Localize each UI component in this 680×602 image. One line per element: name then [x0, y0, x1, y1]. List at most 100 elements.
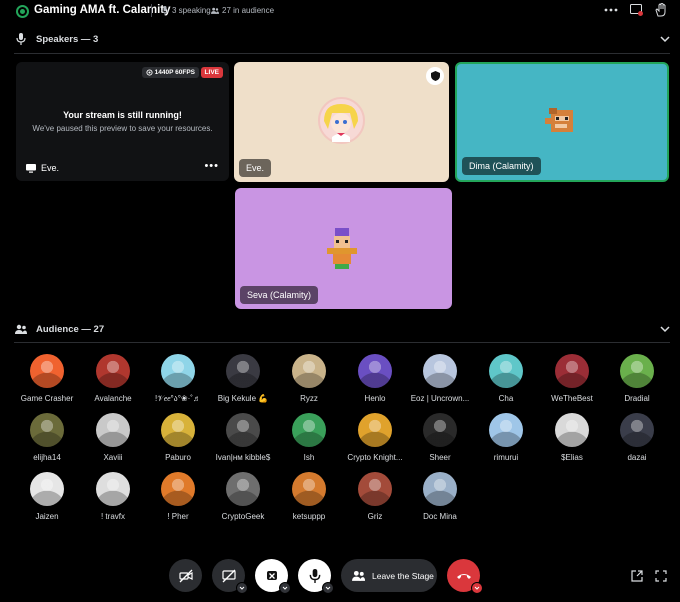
audience-member-name: Ivan|нм kibble$	[215, 453, 271, 462]
divider	[14, 342, 670, 343]
audience-member[interactable]: Ish	[279, 413, 339, 462]
audience-member[interactable]: Henlo	[345, 354, 405, 403]
audience-member-name: Griz	[367, 512, 383, 521]
audience-member-name: Crypto Knight...	[347, 453, 403, 462]
speaker-name: Dima (Calamity)	[462, 157, 541, 175]
hang-up-icon	[456, 573, 471, 579]
chevron-down-icon[interactable]	[279, 582, 291, 594]
audience-member-name: Henlo	[364, 394, 386, 403]
headphones-off-icon	[266, 570, 277, 580]
speakers-label: Speakers — 3	[36, 34, 99, 45]
more-options-icon[interactable]: •••	[204, 160, 219, 172]
audience-member[interactable]: ketsuppp	[279, 472, 339, 521]
audience-member[interactable]: Ivan|нм kibble$	[213, 413, 273, 462]
chevron-down-icon[interactable]	[471, 582, 483, 594]
audience-member[interactable]: Game Crasher	[17, 354, 77, 403]
audience-member-name: Paburo	[165, 453, 191, 462]
audience-member-name: Jaizen	[35, 512, 59, 521]
chevron-down-icon[interactable]	[660, 34, 670, 44]
screen-icon	[26, 163, 36, 173]
people-icon	[211, 7, 219, 14]
avatar	[226, 354, 260, 388]
audience-member[interactable]: Ryzz	[279, 354, 339, 403]
leave-stage-button[interactable]: Leave the Stage	[341, 559, 437, 592]
audience-member[interactable]: !𝒱𝑒𝑒°ა°❀·˚♬	[148, 354, 208, 404]
audience-member[interactable]: Sheer	[410, 413, 470, 462]
fullscreen-icon[interactable]	[655, 570, 667, 582]
audience-member-name: Sheer	[429, 453, 451, 462]
audience-member[interactable]: Big Kekule 💪	[213, 354, 273, 403]
audience-member[interactable]: $Elias	[542, 413, 602, 462]
chevron-down-icon[interactable]	[660, 324, 670, 334]
audience-label: Audience — 27	[36, 324, 105, 335]
avatar	[96, 413, 130, 447]
audience-member[interactable]: Avalanche	[83, 354, 143, 403]
speakers-section-header[interactable]: Speakers — 3	[0, 31, 680, 49]
popout-icon[interactable]	[631, 570, 643, 582]
audience-member[interactable]: Paburo	[148, 413, 208, 462]
avatar	[292, 354, 326, 388]
audience-section-header[interactable]: Audience — 27	[0, 321, 680, 339]
disconnect-button[interactable]	[447, 559, 483, 594]
audience-member[interactable]: Doc Mina	[410, 472, 470, 521]
audience-member[interactable]: dazai	[607, 413, 667, 462]
speaker-name: Eve.	[239, 159, 272, 177]
quality-text: 1440P 60FPS	[154, 69, 195, 76]
audience-member[interactable]: Jaizen	[17, 472, 77, 521]
avatar	[96, 354, 130, 388]
audience-member[interactable]: Crypto Knight...	[345, 413, 405, 462]
audience-member[interactable]: Griz	[345, 472, 405, 521]
audience-member[interactable]: Xaviii	[83, 413, 143, 462]
people-icon	[352, 570, 365, 581]
audience-member-name: Game Crasher	[20, 394, 74, 403]
streamer-name: Eve.	[41, 163, 60, 173]
audience-member[interactable]: CryptoGeek	[213, 472, 273, 521]
audience-member[interactable]: ! travfx	[83, 472, 143, 521]
leave-stage-label: Leave the Stage	[372, 570, 434, 581]
stage-icon	[16, 5, 29, 18]
screen-share-button[interactable]	[212, 559, 248, 594]
speaker-name: Seva (Calamity)	[240, 286, 319, 304]
camera-off-button[interactable]	[169, 559, 202, 592]
stream-preview-tile[interactable]: 1440P 60FPS LIVE Your stream is still ru…	[16, 62, 229, 181]
eye-icon	[146, 69, 153, 76]
speaker-tile-eve[interactable]: Eve.	[234, 62, 449, 182]
audience-member[interactable]: elijha14	[17, 413, 77, 462]
avatar	[358, 413, 392, 447]
stream-message-title: Your stream is still running!	[63, 110, 182, 120]
avatar	[489, 413, 523, 447]
avatar	[555, 413, 589, 447]
audience-member[interactable]: Eoz | Uncrown...	[410, 354, 470, 403]
avatar	[620, 354, 654, 388]
raise-hand-icon[interactable]	[654, 3, 668, 17]
audience-member-name: Xaviii	[103, 453, 123, 462]
popout-icon[interactable]	[629, 3, 643, 17]
more-options-icon[interactable]	[604, 3, 618, 17]
chevron-down-icon[interactable]	[236, 582, 248, 594]
avatar	[161, 354, 195, 388]
audience-member-name: Avalanche	[94, 394, 132, 403]
deafen-button[interactable]	[255, 559, 291, 594]
audience-member[interactable]: ! Pher	[148, 472, 208, 521]
avatar	[30, 354, 64, 388]
audience-member[interactable]: Dradial	[607, 354, 667, 403]
speaker-tile-dima[interactable]: Dima (Calamity)	[455, 62, 669, 182]
chevron-down-icon[interactable]	[322, 582, 334, 594]
audience-member-name: Ryzz	[300, 394, 318, 403]
audience-member[interactable]: Cha	[476, 354, 536, 403]
audience-member-name: !𝒱𝑒𝑒°ა°❀·˚♬	[155, 394, 201, 403]
audience-member-name: WeTheBest	[551, 394, 593, 403]
speaker-tile-seva[interactable]: Seva (Calamity)	[235, 188, 452, 309]
audience-text: 27 in audience	[222, 6, 275, 15]
audience-member[interactable]: rimurui	[476, 413, 536, 462]
avatar	[318, 97, 365, 144]
audience-member-name: elijha14	[33, 453, 61, 462]
audience-count: 27 in audience	[211, 6, 274, 15]
audience-member-name: ! travfx	[100, 512, 125, 521]
avatar	[226, 472, 260, 506]
microphone-button[interactable]	[298, 559, 334, 594]
camera-off-icon	[178, 569, 193, 582]
audience-member[interactable]: WeTheBest	[542, 354, 602, 403]
audience-member-name: Ish	[303, 453, 315, 462]
divider	[14, 53, 670, 54]
